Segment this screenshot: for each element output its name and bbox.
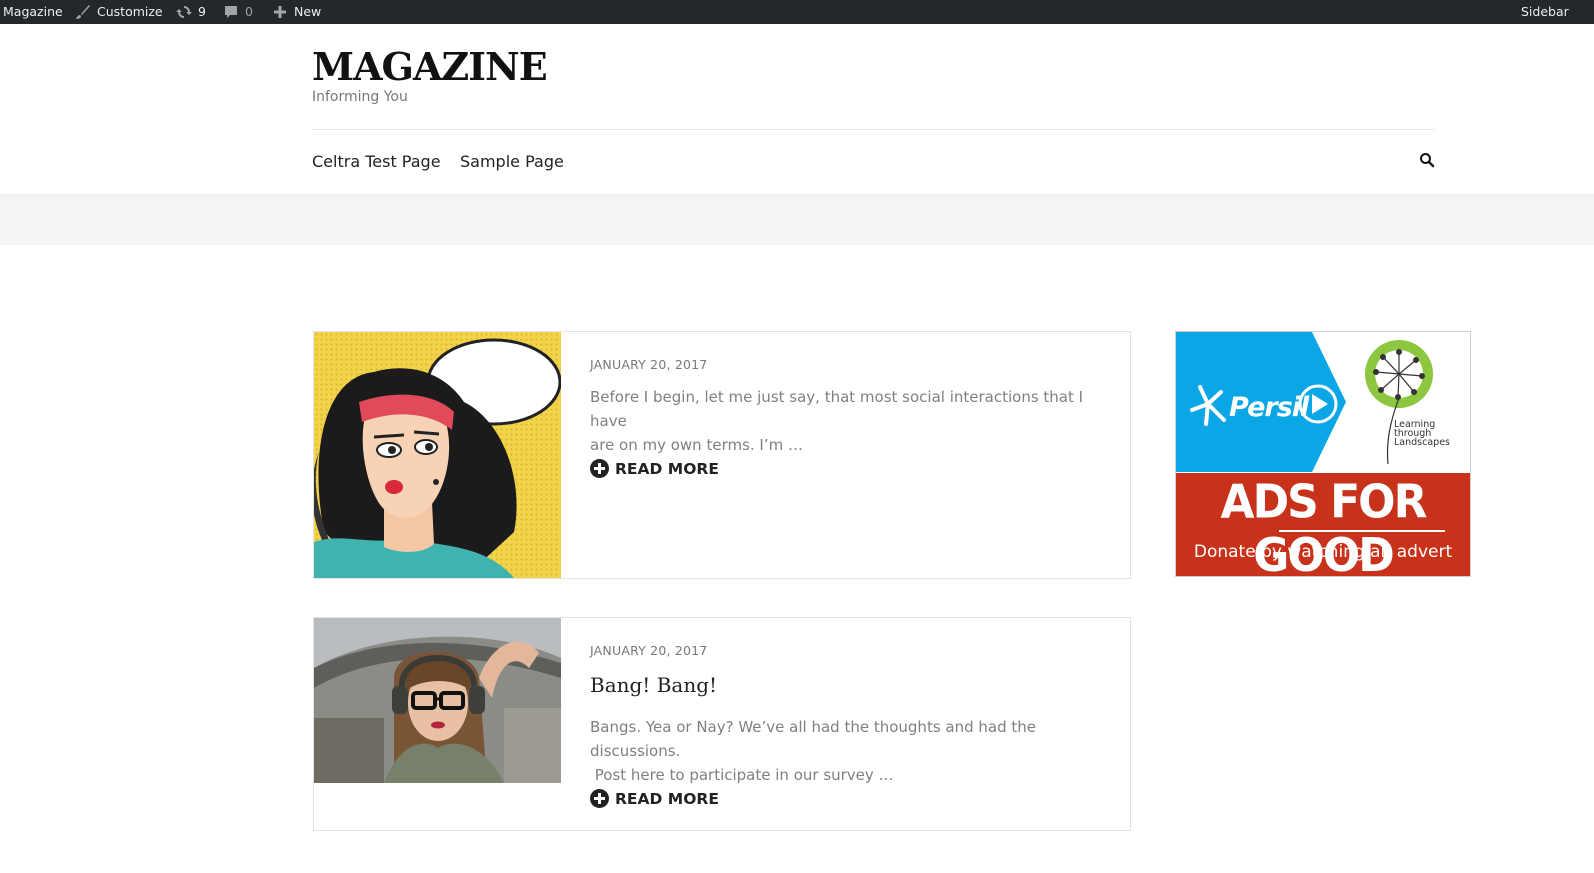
nav-item-sample-page[interactable]: Sample Page — [460, 152, 564, 171]
read-more-label: READ MORE — [615, 459, 719, 478]
page-banner — [0, 195, 1594, 245]
ad-partner-line: Landscapes — [1394, 437, 1450, 448]
admin-bar-customize[interactable]: Customize — [75, 0, 163, 24]
post-excerpt-line: are on my own terms. I’m … — [590, 436, 804, 454]
post-date: JANUARY 20, 2017 — [590, 643, 708, 658]
ad-subline: Donate by watching an advert — [1193, 542, 1453, 562]
ad-top-panel: Persil Learning through Landscapes — [1176, 332, 1470, 472]
post-thumbnail-pop-art[interactable] — [314, 332, 561, 578]
read-more-link[interactable]: READ MORE — [590, 459, 719, 478]
header-divider — [312, 129, 1435, 130]
ad-background-graphic — [1176, 332, 1433, 472]
post-excerpt-line: Bangs. Yea or Nay? We’ve all had the tho… — [590, 718, 1037, 760]
site-title[interactable]: MAGAZINE — [312, 44, 548, 89]
post-title[interactable]: Bang! Bang! — [590, 673, 717, 697]
brush-icon — [75, 4, 91, 20]
admin-bar-sidebar[interactable]: Sidebar — [1521, 0, 1569, 24]
post-excerpt-line: Post here to participate in our survey … — [590, 766, 894, 784]
customize-label: Customize — [97, 4, 163, 19]
comments-count: 0 — [245, 4, 253, 19]
search-icon[interactable] — [1419, 152, 1435, 168]
post-card: JANUARY 20, 2017 Bang! Bang! Bangs. Yea … — [313, 617, 1131, 831]
post-excerpt-line: Before I begin, let me just say, that mo… — [590, 388, 1084, 430]
post-excerpt: Before I begin, let me just say, that mo… — [590, 385, 1110, 457]
post-excerpt: Bangs. Yea or Nay? We’ve all had the tho… — [590, 715, 1110, 787]
plus-circle-icon — [590, 459, 609, 478]
ad-bottom-panel: ADS FOR GOOD Donate by watching an adver… — [1176, 473, 1470, 576]
refresh-icon — [176, 4, 192, 20]
admin-bar-comments[interactable]: 0 — [223, 0, 253, 24]
post-date: JANUARY 20, 2017 — [590, 357, 708, 372]
ad-partner-name: Learning through Landscapes — [1394, 420, 1450, 448]
post-thumbnail-pilot[interactable] — [314, 618, 561, 783]
site-name-label: Magazine — [3, 4, 63, 19]
nav-item-celtra-test-page[interactable]: Celtra Test Page — [312, 152, 441, 171]
ad-brand-name: Persil — [1229, 392, 1309, 423]
comment-icon — [223, 4, 239, 20]
post-card: JANUARY 20, 2017 Before I begin, let me … — [313, 331, 1131, 579]
read-more-link[interactable]: READ MORE — [590, 789, 719, 808]
admin-bar-site-name[interactable]: Magazine — [3, 0, 63, 24]
new-label: New — [294, 4, 322, 19]
updates-count: 9 — [198, 4, 206, 19]
sidebar-ad-banner[interactable]: Persil Learning through Landscapes ADS F… — [1175, 331, 1471, 577]
admin-bar: Magazine Customize 9 0 New Sidebar — [0, 0, 1594, 24]
plus-icon — [272, 4, 288, 20]
read-more-label: READ MORE — [615, 789, 719, 808]
site-tagline: Informing You — [312, 89, 408, 105]
plus-circle-icon — [590, 789, 609, 808]
admin-bar-updates[interactable]: 9 — [176, 0, 206, 24]
ad-headline-underline — [1279, 530, 1445, 532]
admin-bar-new[interactable]: New — [272, 0, 321, 24]
